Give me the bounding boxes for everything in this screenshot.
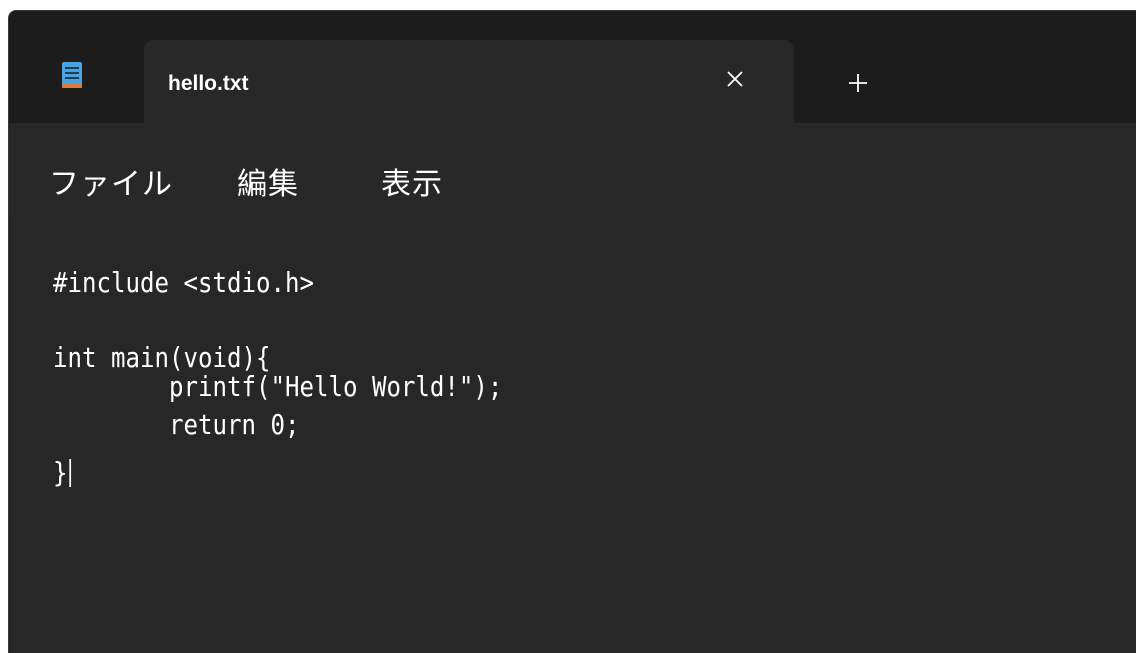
title-bar: hello.txt bbox=[9, 11, 1136, 123]
editor-line-text: } bbox=[53, 456, 68, 489]
editor-line: return 0; bbox=[53, 408, 300, 441]
menu-item-view[interactable]: 表示 bbox=[381, 159, 443, 203]
close-icon[interactable] bbox=[724, 68, 746, 90]
text-editor-area[interactable]: #include <stdio.h> int main(void){ print… bbox=[9, 215, 1136, 653]
menu-bar: ファイル 編集 表示 bbox=[9, 123, 1136, 215]
menu-item-edit[interactable]: 編集 bbox=[237, 159, 299, 203]
plus-icon[interactable] bbox=[847, 72, 869, 94]
editor-line: printf("Hello World!"); bbox=[53, 370, 503, 403]
menu-item-file[interactable]: ファイル bbox=[49, 159, 173, 203]
notepad-window: hello.txt ファイル 編集 表示 #include <stdio.h> … bbox=[8, 10, 1136, 653]
editor-line: int main(void){ bbox=[53, 341, 271, 374]
notepad-icon bbox=[61, 61, 83, 89]
editor-line: #include <stdio.h> bbox=[53, 266, 314, 299]
text-caret bbox=[69, 459, 71, 487]
editor-line-last: } bbox=[53, 459, 71, 487]
tab-hello-txt[interactable]: hello.txt bbox=[144, 40, 794, 123]
tab-title: hello.txt bbox=[168, 72, 249, 95]
